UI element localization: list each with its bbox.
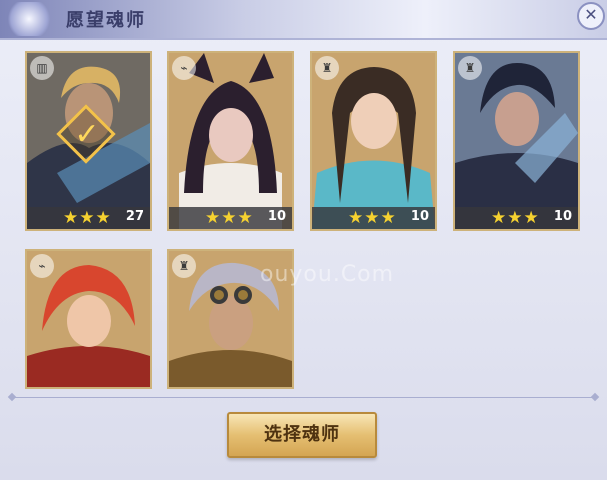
level-text: 10 [553,209,572,224]
tower-icon: ♜ [315,56,339,80]
checkmark-icon: ✓ [74,117,100,152]
card-info-bar: ★★★ 10 [169,207,292,229]
card-info-bar: ★★★ 10 [312,207,435,229]
page-title: 愿望魂师 [66,10,146,31]
star-rating: ★★★ [205,208,254,228]
character-card-5[interactable]: ⌁ [25,249,152,389]
character-card-1[interactable]: ▥ ✓ ★★★ 27 [25,51,152,231]
character-card-3[interactable]: ♜ ★★★ 10 [310,51,437,231]
bird-icon: ⌁ [30,254,54,278]
tower-icon: ♜ [458,56,482,80]
select-soul-master-button[interactable]: 选择魂师 [227,412,377,458]
level-text: 27 [125,209,144,224]
divider-end-right [590,392,600,402]
tower-icon: ♜ [172,254,196,278]
divider-end-left [7,392,17,402]
star-rating: ★★★ [63,208,112,228]
bird-icon: ⌁ [172,56,196,80]
watermark-text: ouyou.Com [260,262,395,287]
close-button[interactable]: ✕ [577,2,605,30]
panel-header: 愿望魂师 [0,0,607,40]
wish-soul-master-panel: 愿望魂师 ✕ ▥ ✓ ★★★ 27 ⌁ ★★★ 10 ♜ ★★★ 10 ♜ ★★… [0,0,607,480]
star-rating: ★★★ [491,208,540,228]
card-info-bar: ★★★ 27 [27,207,150,229]
star-rating: ★★★ [348,208,397,228]
header-ornament-icon [4,2,54,36]
level-text: 10 [267,209,286,224]
card-info-bar: ★★★ 10 [455,207,578,229]
character-card-4[interactable]: ♜ ★★★ 10 [453,51,580,231]
character-card-2[interactable]: ⌁ ★★★ 10 [167,51,294,231]
level-text: 10 [410,209,429,224]
divider [12,397,595,398]
ranged-icon: ▥ [30,56,54,80]
